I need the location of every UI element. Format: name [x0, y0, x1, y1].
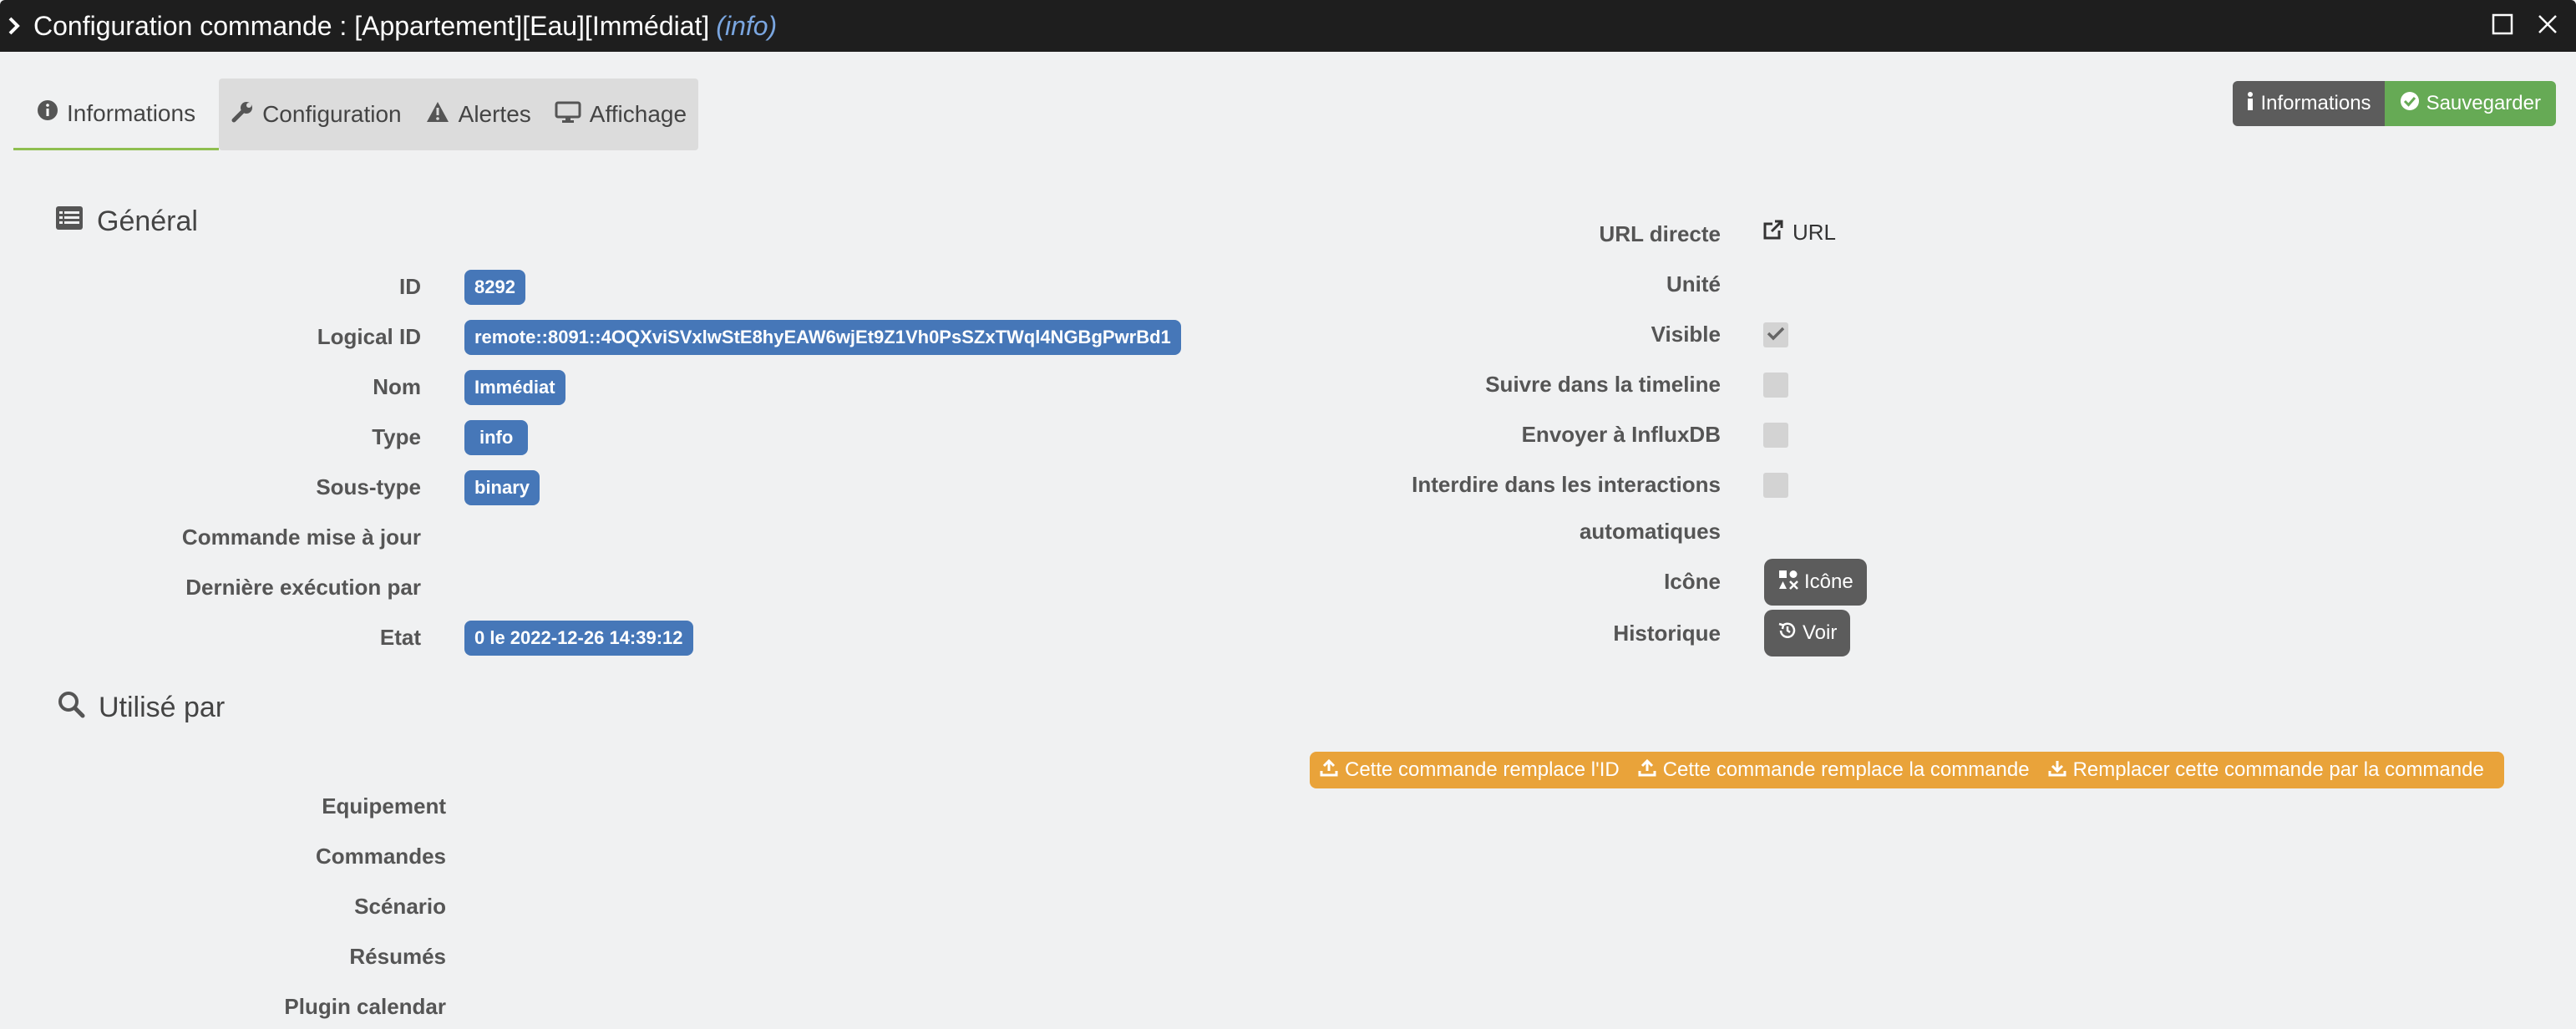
action-buttons: Informations Sauvegarder [2232, 81, 2556, 126]
interdire-label-line2: automatiques [1579, 519, 1721, 544]
influxdb-label: Envoyer à InfluxDB [1521, 422, 1721, 447]
window-title-text: Configuration commande : [Appartement][E… [33, 10, 710, 41]
replace-id-label: Cette commande remplace l'ID [1345, 758, 1620, 781]
influxdb-checkbox[interactable] [1763, 423, 1788, 448]
tab-label: Affichage [589, 101, 687, 127]
field-label-id: ID [399, 274, 421, 299]
used-by-scenario-label: Scénario [354, 894, 446, 919]
icone-label: Icône [1664, 569, 1721, 594]
interdire-label-line1: Interdire dans les interactions [1412, 472, 1721, 497]
warning-icon [425, 100, 450, 129]
field-label-sous-type: Sous-type [316, 474, 421, 499]
used-by-commandes-label: Commandes [315, 844, 446, 869]
window-title: Configuration commande : [Appartement][E… [33, 11, 777, 42]
window-title-bar: Configuration commande : [Appartement][E… [0, 0, 2576, 52]
check-circle-icon [2400, 91, 2420, 117]
etat-value-badge: 0 le 2022-12-26 14:39:12 [464, 621, 693, 656]
upload-icon [1638, 758, 1656, 783]
tab-label: Alertes [458, 101, 531, 127]
replace-actions-bar: Cette commande remplace l'ID Cette comma… [1310, 752, 2504, 788]
field-label-type: Type [372, 424, 421, 449]
save-button[interactable]: Sauvegarder [2384, 81, 2556, 126]
upload-icon [1320, 758, 1338, 783]
search-icon [57, 690, 85, 726]
url-link[interactable]: URL [1762, 219, 1836, 246]
field-label-logical-id: Logical ID [317, 324, 421, 349]
info-icon [2246, 91, 2254, 117]
list-icon [55, 205, 84, 238]
history-icon [1777, 621, 1798, 646]
tab-label: Configuration [262, 101, 402, 127]
voir-historique-button[interactable]: Voir [1764, 610, 1851, 656]
used-by-title-text: Utilisé par [99, 692, 226, 723]
replace-command-button[interactable]: Cette commande remplace la commande [1638, 758, 2030, 783]
url-link-label: URL [1793, 220, 1837, 245]
general-section-title: Général [55, 205, 198, 238]
used-by-equipement-label: Equipement [322, 793, 446, 819]
icons-grid-icon [1777, 569, 1799, 596]
tab-configuration[interactable]: Configuration [219, 79, 413, 150]
used-by-resumes-label: Résumés [349, 944, 446, 969]
replace-by-label: Remplacer cette commande par la commande [2072, 758, 2484, 781]
wrench-icon [231, 100, 254, 129]
tab-affichage[interactable]: Affichage [543, 79, 698, 150]
check-icon [1767, 326, 1785, 345]
tab-label: Informations [67, 99, 196, 126]
window-title-subtype: (info) [716, 10, 778, 41]
used-by-section-title: Utilisé par [57, 690, 225, 726]
type-value-badge: info [464, 420, 529, 455]
close-icon[interactable] [2536, 13, 2559, 40]
icone-button-label: Icône [1804, 570, 1853, 593]
timeline-checkbox[interactable] [1763, 373, 1788, 398]
interdire-checkbox[interactable] [1763, 473, 1788, 498]
external-link-icon [1762, 219, 1784, 246]
url-directe-label: URL directe [1599, 221, 1721, 246]
field-label-etat: Etat [379, 625, 421, 650]
visible-checkbox[interactable] [1763, 322, 1788, 347]
download-icon [2048, 758, 2066, 783]
informations-button-label: Informations [2260, 92, 2371, 114]
informations-button[interactable]: Informations [2232, 81, 2385, 126]
nom-value-badge: Immédiat [464, 370, 565, 405]
save-button-label: Sauvegarder [2426, 92, 2541, 114]
tab-informations[interactable]: Informations [13, 79, 220, 150]
field-label-commande-maj: Commande mise à jour [181, 525, 421, 550]
visible-label: Visible [1651, 322, 1721, 347]
logical-id-value-badge: remote::8091::4OQXviSVxlwStE8hyEAW6wjEt9… [464, 320, 1181, 355]
unite-label: Unité [1666, 271, 1721, 297]
maximize-icon[interactable] [2491, 13, 2514, 40]
voir-button-label: Voir [1803, 621, 1838, 644]
historique-label: Historique [1613, 621, 1721, 646]
sous-type-value-badge: binary [464, 470, 540, 505]
id-value-badge: 8292 [464, 270, 525, 305]
field-label-derniere-execution: Dernière exécution par [185, 575, 421, 600]
tab-alertes[interactable]: Alertes [413, 79, 543, 150]
monitor-icon [555, 100, 581, 129]
replace-by-button[interactable]: Remplacer cette commande par la commande [2048, 758, 2484, 783]
field-label-nom: Nom [373, 374, 421, 399]
general-title-text: Général [97, 205, 198, 237]
tab-bar: Informations Configuration Alertes Affic… [13, 79, 699, 150]
timeline-label: Suivre dans la timeline [1485, 372, 1721, 397]
chevron-right-icon[interactable] [0, 0, 28, 52]
info-circle-icon [37, 99, 58, 127]
used-by-plugin-calendar-label: Plugin calendar [284, 994, 446, 1019]
replace-command-label: Cette commande remplace la commande [1662, 758, 2030, 781]
replace-id-button[interactable]: Cette commande remplace l'ID [1320, 758, 1620, 783]
icone-button[interactable]: Icône [1764, 559, 1867, 606]
